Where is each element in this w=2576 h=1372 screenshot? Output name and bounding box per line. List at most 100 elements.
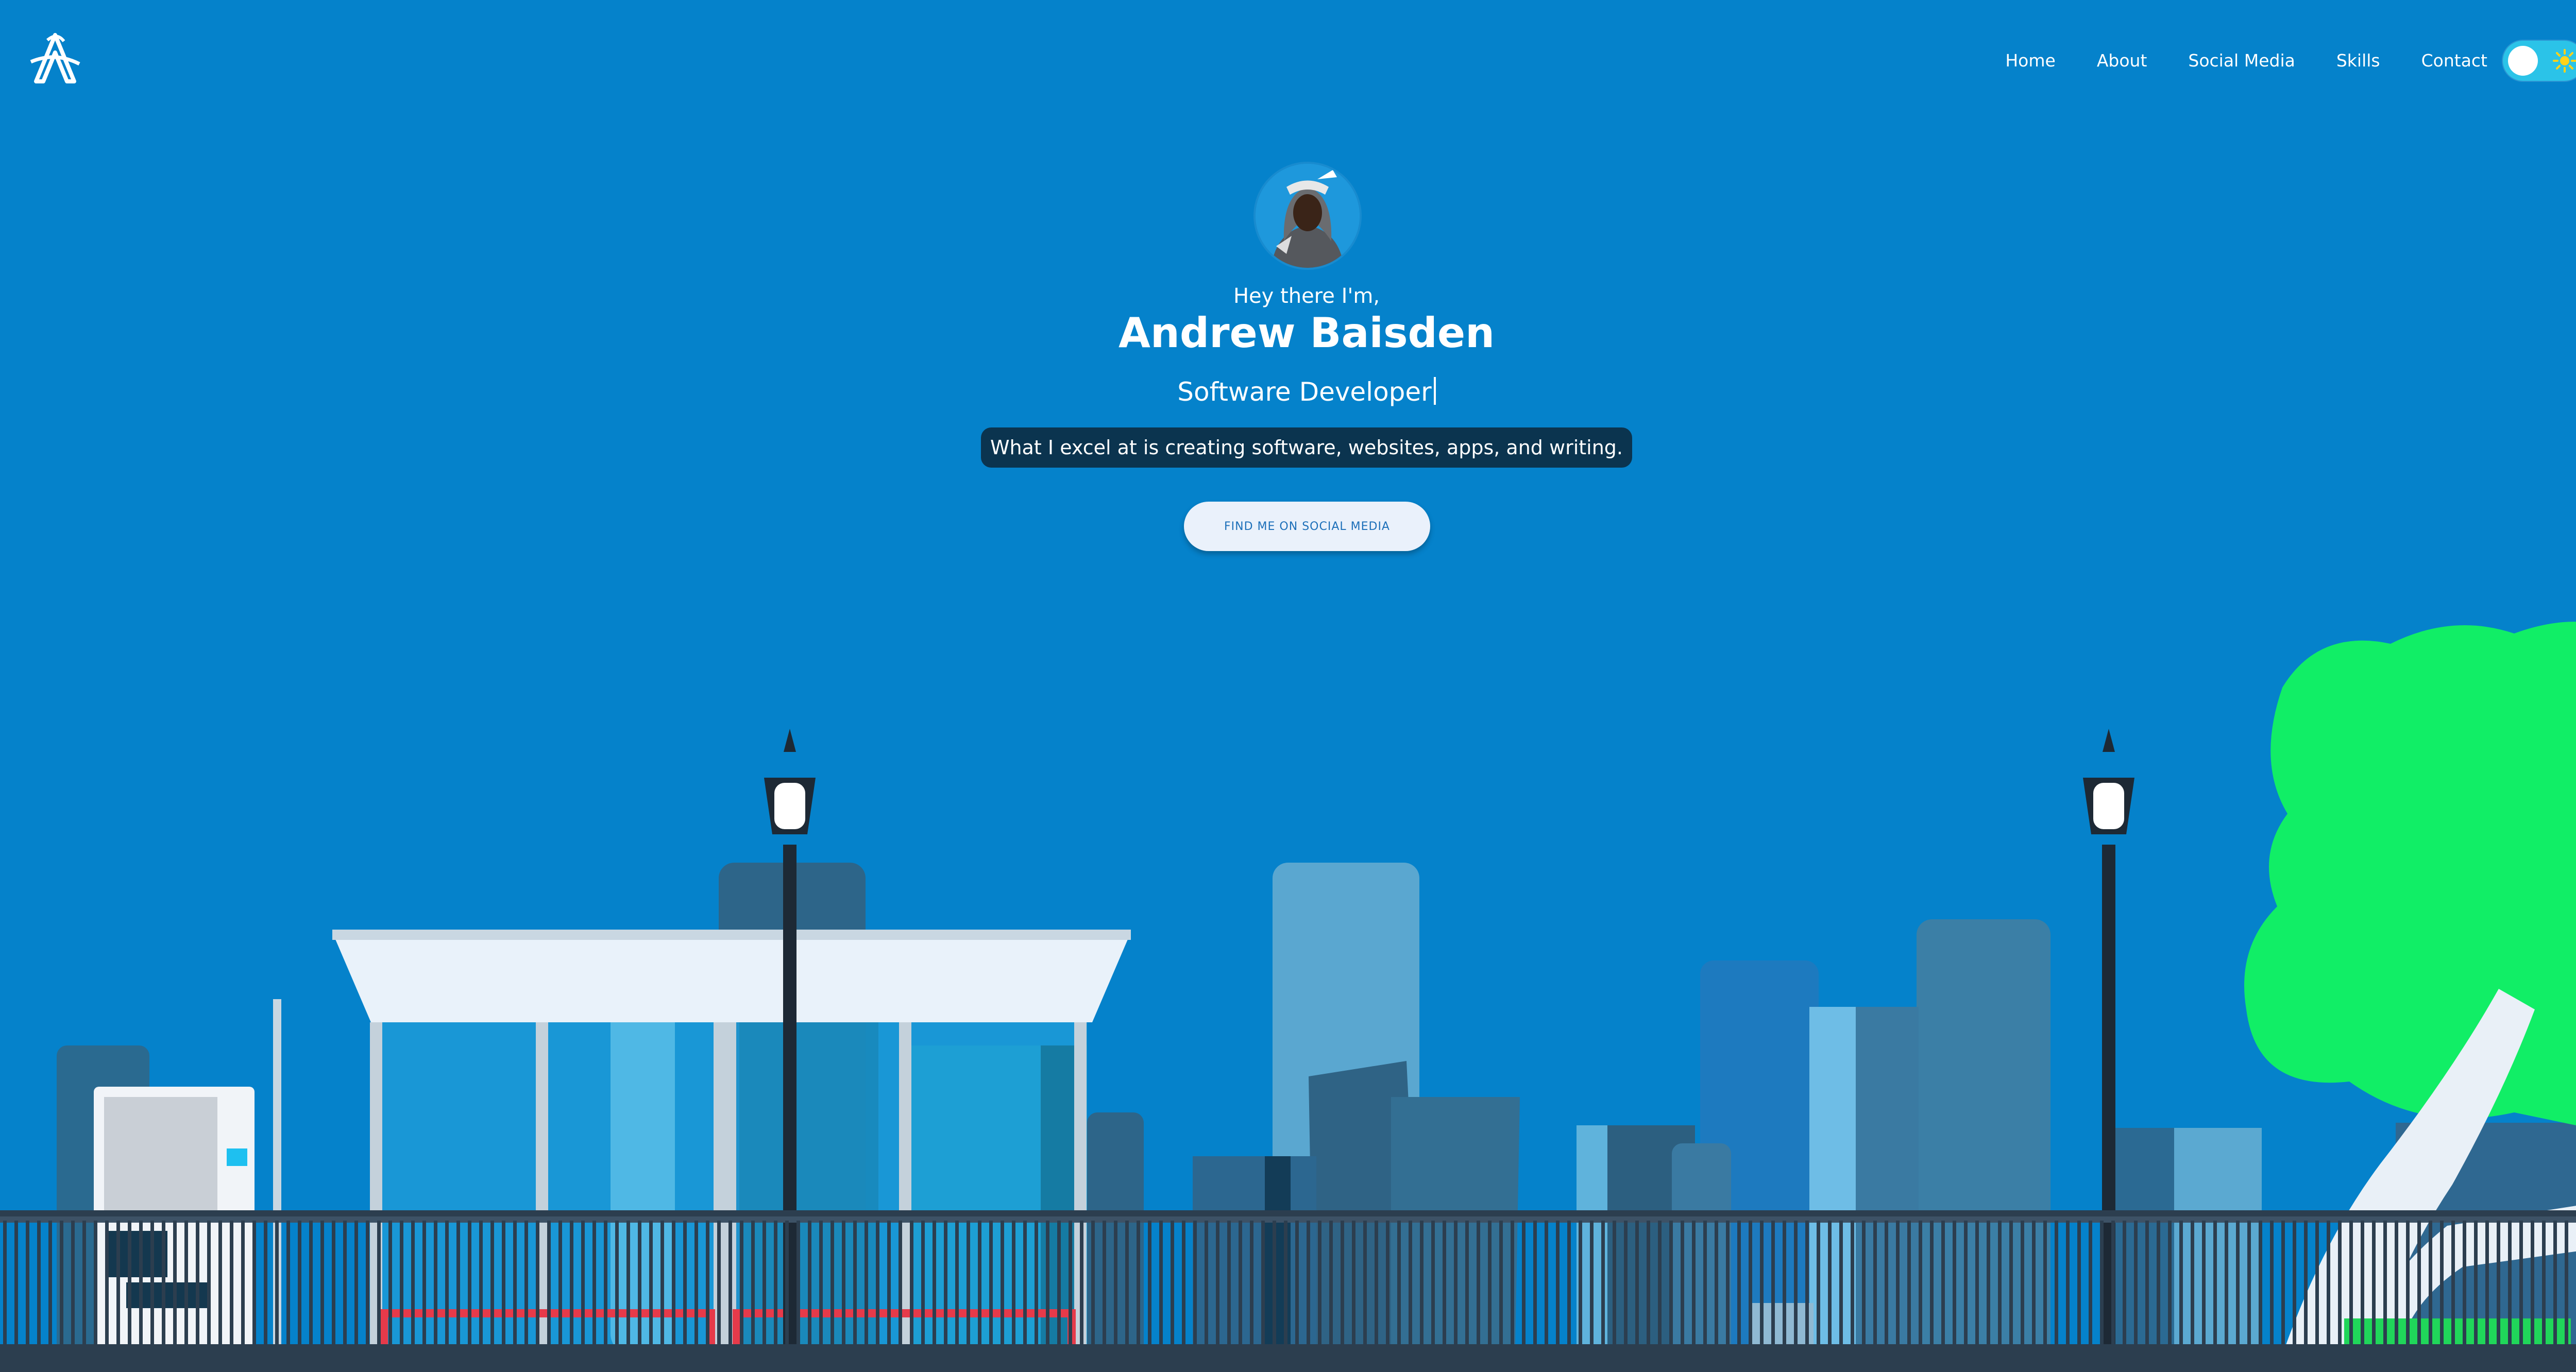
fence-bar (1907, 1221, 1911, 1347)
nav-about[interactable]: About (2097, 44, 2147, 77)
fence-bar (762, 1221, 766, 1347)
fence-bar (1851, 1221, 1854, 1347)
fence-bar (1601, 1221, 1605, 1347)
fence-bar (2213, 1221, 2217, 1347)
fence-bar (445, 1221, 449, 1347)
fence-bar (831, 1221, 834, 1347)
fence-bar (944, 1221, 947, 1347)
theme-toggle[interactable] (2503, 41, 2576, 81)
fence-bar (1091, 1221, 1095, 1347)
fence-bar (1545, 1221, 1548, 1347)
fence-bar (638, 1221, 641, 1347)
fence-bar (751, 1221, 755, 1347)
fence-bar (1488, 1221, 1492, 1347)
fence-bar (2089, 1221, 2092, 1347)
fence-bar (967, 1221, 970, 1347)
fence-bar (2225, 1221, 2228, 1347)
fence-bar (1896, 1221, 1900, 1347)
fence-bar (808, 1221, 811, 1347)
fence-bar (615, 1221, 619, 1347)
fence-bar (1046, 1221, 1049, 1347)
fence-bar (910, 1221, 913, 1347)
nav-skills[interactable]: Skills (2336, 44, 2380, 77)
fence-bar (502, 1221, 505, 1347)
fence-bar (2247, 1221, 2251, 1347)
hero-role: Software Developer (0, 377, 2576, 407)
fence-bar (2429, 1221, 2432, 1347)
fence-bar (2440, 1221, 2444, 1347)
fence-bar (2315, 1221, 2319, 1347)
fence-bar (581, 1221, 585, 1347)
fence-bar (1182, 1221, 1185, 1347)
fence-bar (1103, 1221, 1106, 1347)
fence-bar (933, 1221, 936, 1347)
hero-name: Andrew Baisden (1118, 309, 1495, 357)
fence-bar (230, 1221, 233, 1347)
main-nav: Home About Social Media Skills Contact (2005, 41, 2576, 81)
fence-bar (252, 1221, 256, 1347)
fence-bar (26, 1221, 29, 1347)
fence-bar (2281, 1221, 2285, 1347)
logo-icon[interactable] (27, 31, 83, 88)
fence-bar (2145, 1221, 2149, 1347)
fence-bar (1681, 1221, 1684, 1347)
fence-bar (196, 1221, 199, 1347)
fence-bar (14, 1221, 18, 1347)
fence-bar (921, 1221, 925, 1347)
fence-bar (1658, 1221, 1662, 1347)
fence-bar (2270, 1221, 2274, 1347)
fence-bar (82, 1221, 86, 1347)
fence-bar (1590, 1221, 1594, 1347)
nav-social-media[interactable]: Social Media (2188, 44, 2295, 77)
fence-bar (1783, 1221, 1786, 1347)
fence-bar (2406, 1221, 2410, 1347)
fence-bar (2066, 1221, 2070, 1347)
fence-bar (876, 1221, 879, 1347)
fence-bar (1216, 1221, 1219, 1347)
fence-bar (1023, 1221, 1027, 1347)
fence-bar (354, 1221, 358, 1347)
fence-bar (524, 1221, 528, 1347)
fence-bar (309, 1221, 313, 1347)
fence-bar (558, 1221, 562, 1347)
fence-bar (128, 1221, 131, 1347)
fence-bar (434, 1221, 437, 1347)
fence-bar (2497, 1221, 2500, 1347)
fence-bar (275, 1221, 279, 1347)
city-scenery-illustration (0, 622, 2576, 1372)
fence-bar (1329, 1221, 1333, 1347)
fence-bar (672, 1221, 675, 1347)
fence-bar (2542, 1221, 2546, 1347)
fence-bar (2383, 1221, 2387, 1347)
fence-bar (1273, 1221, 1276, 1347)
fence-bar (60, 1221, 63, 1347)
fence-bar (2259, 1221, 2262, 1347)
fence-bar (1998, 1221, 2002, 1347)
sun-icon (2553, 49, 2576, 73)
find-me-social-media-button[interactable]: FIND ME ON SOCIAL MEDIA (1184, 502, 1430, 551)
fence-bar (1227, 1221, 1231, 1347)
fence-bar (2519, 1221, 2523, 1347)
nav-contact[interactable]: Contact (2421, 44, 2487, 77)
fence-bar (1080, 1221, 1083, 1347)
fence-bar (1352, 1221, 1355, 1347)
fence-bar (774, 1221, 777, 1347)
fence-bar (1715, 1221, 1718, 1347)
hero-greeting: Hey there I'm, (1233, 284, 1380, 308)
fence-bar (1012, 1221, 1015, 1347)
fence-bar (2191, 1221, 2194, 1347)
fence-bar (2417, 1221, 2421, 1347)
fence-bar (1737, 1221, 1741, 1347)
fence-bar (1409, 1221, 1412, 1347)
fence-bar (298, 1221, 301, 1347)
fence-bar (1443, 1221, 1446, 1347)
fence-bar (1159, 1221, 1163, 1347)
fence-bar (2463, 1221, 2466, 1347)
fence-bar (1205, 1221, 1208, 1347)
fence-bar (513, 1221, 517, 1347)
nav-home[interactable]: Home (2005, 44, 2055, 77)
fence-bar (1454, 1221, 1458, 1347)
fence-bar (2395, 1221, 2398, 1347)
fence-bar (1941, 1221, 1945, 1347)
fence-bar (2349, 1221, 2353, 1347)
